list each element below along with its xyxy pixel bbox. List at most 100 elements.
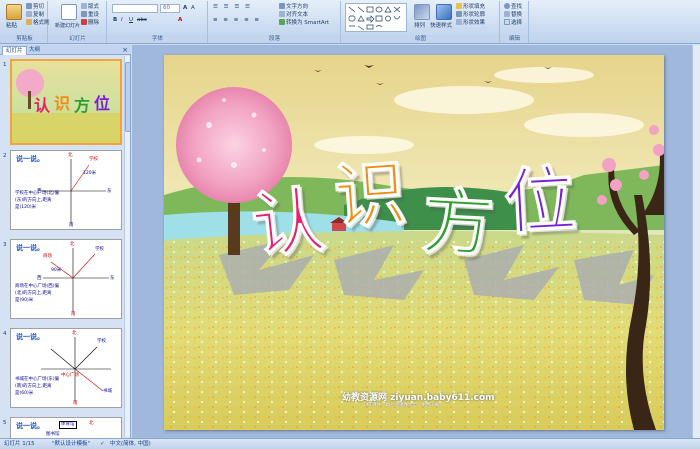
svg-text:识: 识 [54,94,70,113]
title-char-fang[interactable]: 方 [419,178,496,268]
svg-text:位: 位 [94,94,110,113]
slide-thumbnail-1[interactable]: 认 识 方 位 [10,59,122,145]
font-shrink-button[interactable]: A [191,5,195,12]
paragraph-group: ☰ ☰ ☰ ☰ ≡ ≡ ≡ ≡ ≡ 文字方向 对齐文本 转换为 SmartArt… [209,1,341,43]
ribbon: 粘贴 剪切 复制 格式刷 剪贴板 新建幻灯片 版式 重设 删除 幻灯片 60 A… [0,0,700,44]
thumb-line: (东)的方向上,距离 [15,198,52,203]
shape-effects-button[interactable]: 形状效果 [456,19,485,27]
find-button[interactable]: 查找 [504,3,522,11]
smartart-icon [279,19,285,25]
theme-name: "默认设计模板" [52,441,91,447]
thumb-line: 学校在中心广场(北)偏 [15,191,60,196]
smartart-button[interactable]: 转换为 SmartArt [279,19,329,27]
direction-label: 西 [37,276,42,281]
delete-button[interactable]: 删除 [81,19,99,27]
quick-styles-button[interactable]: 快速样式 [430,23,452,30]
slides-label: 幻灯片 [49,35,106,43]
title-char-shi[interactable]: 识 [331,149,410,240]
title-char-ren[interactable]: 认 [247,176,329,269]
align-text-icon [279,11,285,17]
place-label: 书城 [103,389,112,394]
align-buttons[interactable]: ≡ ≡ ≡ ≡ ≡ [213,17,261,24]
thumb-line: 书城在中心广场(东)偏 [15,377,60,382]
spellcheck-icon[interactable]: ✓ [100,439,105,449]
clipboard-label: 剪贴板 [2,35,47,43]
thumb-line: (南)的方向上,距离 [15,384,52,389]
font-group: 60 A A B I U abc A 字体 [108,1,208,43]
arrange-icon[interactable] [414,4,430,20]
bullets-button[interactable]: ☰ ☰ ☰ ☰ [213,4,252,11]
place-label: 学校 [97,339,106,344]
paint-bucket-icon [456,3,462,9]
strikethrough-button[interactable]: abc [137,17,147,24]
direction-label: 学校 [89,157,98,162]
select-button[interactable]: 选择 [504,19,522,27]
direction-label: 南 [73,401,78,406]
paste-button[interactable]: 粘贴 [6,23,17,30]
thumb-number: 2 [3,153,7,159]
format-painter-button[interactable]: 格式刷 [26,19,50,27]
arrange-button[interactable]: 排列 [414,23,425,30]
text-direction-button[interactable]: 文字方向 [279,3,308,11]
pane-tabs: 幻灯片 大纲 × [0,45,131,55]
scrollbar-thumb[interactable] [125,62,131,132]
title-char-wei[interactable]: 位 [501,156,578,246]
language-label[interactable]: 中文(简体, 中国) [110,439,151,449]
thumb-number: 5 [3,420,7,426]
new-slide-icon[interactable] [61,4,77,20]
align-text-button[interactable]: 对齐文本 [279,11,308,19]
distance-label: 90米 [51,268,62,273]
shapes-gallery[interactable] [345,3,407,32]
slide-thumbnail-2[interactable]: 说一说。 北 学校 120米 西 东 南 学校在中心广场(北)偏 (东)的方向上… [10,150,122,230]
thumb-line: 商场在中心广场(西)偏 [15,284,60,289]
slides-group: 新建幻灯片 版式 重设 删除 幻灯片 [49,1,107,43]
select-icon [504,19,510,25]
distance-label: 120米 [83,171,97,176]
thumbnail-scrollbar[interactable] [124,56,131,437]
editing-group: 查找 替换 选择 编辑 [501,1,529,43]
italic-button[interactable]: I [121,17,123,24]
layout-button[interactable]: 版式 [81,3,99,11]
direction-label: 东 [107,189,112,194]
pen-icon [456,11,462,17]
shape-fill-button[interactable]: 形状填充 [456,3,485,11]
slide-canvas: 认 识 方 位 幼教资源网 ziyuan.baby611.com PPT课件 ·… [132,45,700,438]
cut-button[interactable]: 剪切 [26,3,44,11]
paste-icon[interactable] [6,4,22,20]
replace-button[interactable]: 替换 [504,11,522,19]
svg-text:方: 方 [74,96,90,115]
slide-thumbnail-4[interactable]: 说一说。 北 学校 中心广场 书城 南 书城在中心广场(东)偏 (南)的方向上,… [10,328,122,408]
current-slide[interactable]: 认 识 方 位 幼教资源网 ziyuan.baby611.com PPT课件 ·… [164,55,664,430]
effects-icon [456,19,462,25]
slide-thumbnail-5[interactable]: 说一说。 体育馆 北 图书馆 [10,417,122,439]
reset-icon [81,11,87,17]
shape-outline-button[interactable]: 形状轮廓 [456,11,485,19]
font-name-field[interactable] [112,4,158,13]
direction-label: 北 [72,331,77,336]
thumb-number: 3 [3,242,7,248]
quick-styles-icon[interactable] [436,4,452,20]
slide-thumbnail-3[interactable]: 说一说。 北 商场 90米 学校 西 东 南 商场在中心广场(西)偏 (北)的方… [10,239,122,319]
svg-text:认: 认 [34,96,51,115]
font-grow-button[interactable]: A [183,5,187,12]
direction-label: 北 [68,153,73,158]
tab-slides[interactable]: 幻灯片 [2,46,27,55]
close-icon[interactable]: × [122,46,128,54]
underline-button[interactable]: U [129,17,133,24]
direction-label: 南 [71,312,76,317]
font-size-field[interactable]: 60 [160,4,180,13]
tab-outline[interactable]: 大纲 [26,46,43,55]
thumb-line: 是(90)米 [15,298,34,303]
compass-diagram [43,248,109,312]
font-label: 字体 [108,35,207,43]
reset-button[interactable]: 重设 [81,11,99,19]
canvas-scrollbar[interactable] [692,45,700,438]
drawing-label: 绘图 [342,35,499,43]
place-label: 中心广场 [61,373,79,378]
font-color-button[interactable]: A [178,17,182,24]
editing-label: 编辑 [501,35,528,43]
bold-button[interactable]: B [113,17,117,24]
copy-button[interactable]: 复制 [26,11,44,19]
thumb-line: 是(60)米 [15,391,34,396]
new-slide-button[interactable]: 新建幻灯片 [55,23,80,30]
